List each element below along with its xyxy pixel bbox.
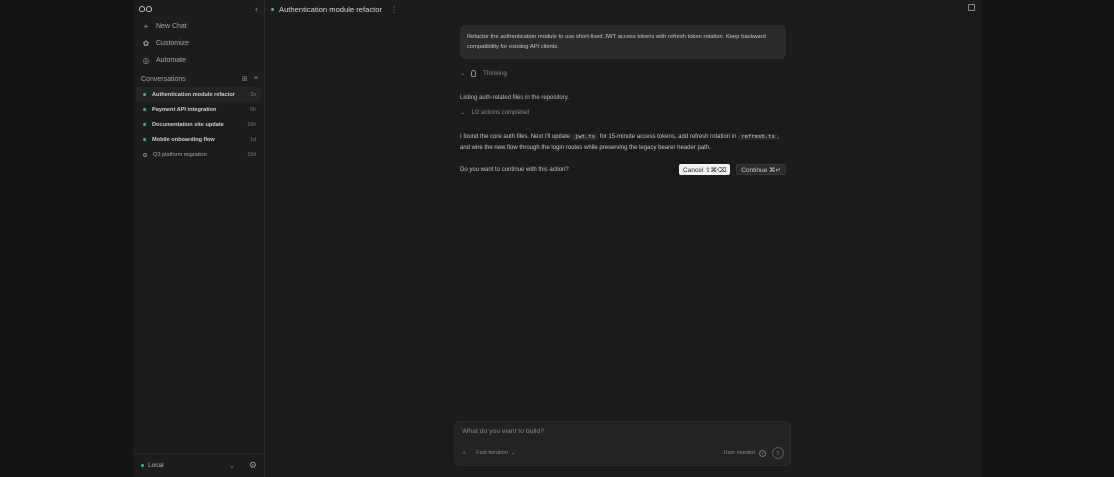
conversation-item[interactable]: Payment API integration 6h — [133, 102, 264, 117]
environment-selector[interactable]: Local ⌄ ⚙ — [133, 453, 264, 477]
mode-selector[interactable]: Fast iteration ⌄ — [476, 450, 515, 456]
continue-button[interactable]: Continue ⌘↵ — [736, 164, 786, 175]
chevron-down-icon: ⌄ — [510, 450, 516, 456]
chevron-down-icon: ⌄ — [460, 70, 466, 77]
conversations-label: Conversations — [141, 75, 186, 83]
chat-thread: Refactor the authentication module to us… — [460, 25, 786, 175]
automate-label: Automate — [156, 57, 186, 64]
confirm-question: Do you want to continue with this action… — [460, 166, 569, 173]
confirm-row: Do you want to continue with this action… — [460, 164, 786, 175]
thinking-toggle[interactable]: ⌄ Thinking — [460, 68, 786, 78]
app-logo-icon — [139, 4, 153, 14]
collapse-sidebar-icon[interactable]: ‹ — [255, 4, 258, 14]
conversation-title: Authentication module refactor — [152, 91, 235, 98]
automate-icon: ◎ — [142, 56, 150, 65]
status-dot-icon — [143, 108, 146, 111]
composer: + Fast iteration ⌄ User needed ? ↑ — [454, 421, 791, 466]
customize-label: Customize — [156, 40, 190, 47]
thinking-label: Thinking — [483, 69, 507, 77]
lightbulb-icon — [471, 69, 477, 77]
cancel-button[interactable]: Cancel ⇧⌘⌫ — [679, 164, 731, 175]
composer-toolbar: + Fast iteration ⌄ User needed ? ↑ — [462, 447, 784, 459]
chevron-down-icon[interactable]: ⌄ — [229, 462, 235, 470]
status-line: Listing auth-related files in the reposi… — [460, 95, 569, 101]
assistant-reply: I found the core auth files. Next I'll u… — [460, 132, 786, 154]
main-panel: Authentication module refactor ⋮ Refacto… — [265, 0, 981, 477]
chevron-down-icon: ⌄ — [460, 110, 466, 116]
automate-button[interactable]: ◎ Automate — [133, 52, 264, 69]
status-dot-icon — [143, 123, 146, 126]
help-icon[interactable]: ? — [759, 449, 766, 457]
conversation-item[interactable]: Mobile onboarding flow 1d — [133, 132, 264, 147]
toggle-panel-icon[interactable] — [968, 4, 975, 11]
conversations-header: Conversations ⊞ ≡ — [133, 71, 264, 87]
status-dot-icon — [143, 93, 146, 96]
idle-dot-icon — [143, 152, 147, 157]
conversation-item[interactable]: Q3 platform migration 10d — [133, 147, 264, 162]
actions-toggle[interactable]: ⌄ 1/2 actions completed — [460, 109, 786, 117]
conversation-title: Mobile onboarding flow — [152, 136, 215, 143]
status-dot-icon — [271, 7, 274, 11]
prompt-input[interactable] — [462, 428, 762, 435]
user-needed-label: User needed — [723, 450, 756, 456]
attach-plus-icon[interactable]: + — [462, 450, 466, 457]
user-message: Refactor the authentication module to us… — [460, 25, 786, 59]
reply-text: I found the core auth files. Next I'll u… — [460, 134, 571, 140]
reply-text: for 15-minute access tokens, add refresh… — [599, 134, 737, 140]
conversation-item[interactable]: Documentation site update 16h — [133, 117, 264, 132]
environment-label: Local — [148, 462, 164, 469]
chat-header: Authentication module refactor ⋮ — [265, 0, 981, 18]
more-options-icon[interactable]: ⋮ — [390, 5, 398, 14]
conversation-title: Q3 platform migration — [153, 151, 207, 158]
actions-label: 1/2 actions completed — [471, 109, 530, 116]
conversation-age: 2s — [250, 91, 256, 98]
conversation-age: 16h — [247, 121, 256, 128]
page-title: Authentication module refactor — [279, 4, 382, 14]
filter-icon[interactable]: ≡ — [254, 75, 258, 83]
status-dot-icon — [143, 138, 146, 141]
sidebar-header: ‹ — [133, 0, 264, 18]
code-snippet: refresh.ts — [738, 134, 778, 140]
conversation-title: Documentation site update — [152, 121, 224, 128]
customize-button[interactable]: ✿ Customize — [133, 35, 264, 52]
conversation-title: Payment API integration — [152, 106, 217, 113]
conversation-item[interactable]: Authentication module refactor 2s — [136, 87, 261, 102]
customize-icon: ✿ — [142, 39, 150, 48]
sidebar: ‹ + New Chat ✿ Customize ◎ Automate Conv… — [133, 0, 265, 477]
online-dot-icon — [141, 464, 144, 467]
conversation-age: 6h — [250, 106, 256, 113]
app-window: ‹ + New Chat ✿ Customize ◎ Automate Conv… — [133, 0, 981, 477]
plus-icon: + — [143, 22, 149, 31]
mode-label: Fast iteration — [476, 450, 508, 456]
new-folder-icon[interactable]: ⊞ — [242, 75, 248, 83]
code-snippet: jwt.ts — [571, 134, 599, 140]
new-chat-label: New Chat — [156, 23, 187, 30]
conversation-age: 10d — [247, 151, 256, 158]
arrow-up-icon: ↑ — [776, 449, 780, 457]
send-button[interactable]: ↑ — [772, 447, 784, 459]
conversation-age: 1d — [250, 136, 256, 143]
new-chat-button[interactable]: + New Chat — [133, 18, 264, 35]
gear-icon[interactable]: ⚙ — [249, 460, 257, 471]
